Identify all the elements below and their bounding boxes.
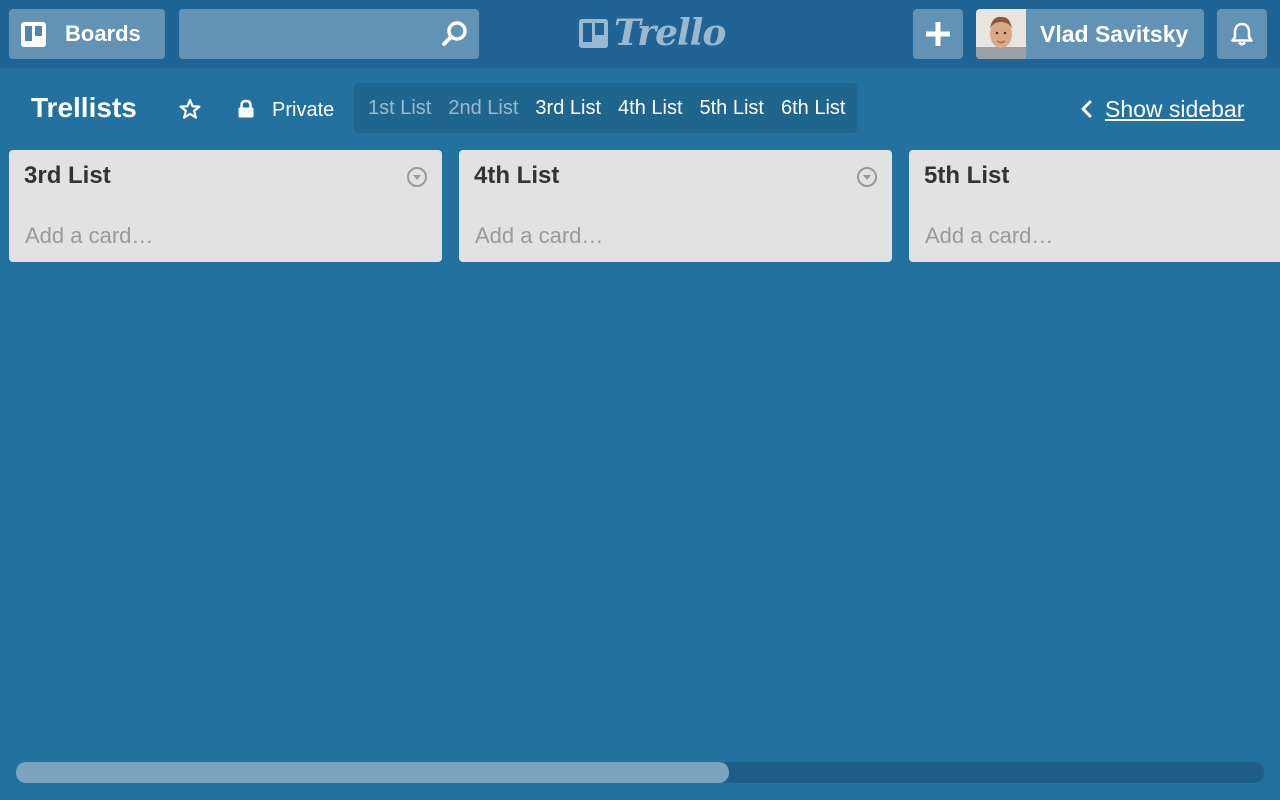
search-icon[interactable] xyxy=(441,20,469,48)
boards-button[interactable]: Boards xyxy=(9,9,165,59)
chevron-left-icon xyxy=(1081,100,1092,118)
list-navigator: 1st List 2nd List 3rd List 4th List 5th List… xyxy=(354,83,857,133)
boards-label: Boards xyxy=(65,21,141,46)
trello-logo[interactable]: Trello xyxy=(578,12,726,54)
list-nav-item[interactable]: 1st List xyxy=(368,96,431,120)
search-input[interactable] xyxy=(179,9,479,59)
star-icon[interactable] xyxy=(179,98,201,120)
list-column: 5th List Add a card… xyxy=(909,150,1280,262)
board-title[interactable]: Trellists xyxy=(31,91,137,125)
lock-icon xyxy=(238,99,254,118)
list-nav-item[interactable]: 4th List xyxy=(618,96,682,120)
list-title[interactable]: 5th List xyxy=(924,162,1009,190)
boards-icon xyxy=(21,21,46,47)
list-title[interactable]: 3rd List xyxy=(24,162,111,190)
header: Boards Trello Vlad Savitsky xyxy=(0,0,1280,68)
add-card-link[interactable]: Add a card… xyxy=(475,223,603,249)
notifications-button[interactable] xyxy=(1217,9,1267,59)
trello-logo-icon xyxy=(579,18,608,48)
list-nav-item[interactable]: 2nd List xyxy=(448,96,518,120)
show-sidebar-label: Show sidebar xyxy=(1105,96,1245,122)
list-column: 4th List Add a card… xyxy=(459,150,892,262)
privacy-button[interactable]: Private xyxy=(272,98,334,122)
logo-text: Trello xyxy=(614,12,726,54)
list-nav-item[interactable]: 6th List xyxy=(781,96,845,120)
add-card-link[interactable]: Add a card… xyxy=(25,223,153,249)
bell-icon xyxy=(1231,22,1253,46)
list-column: 3rd List Add a card… xyxy=(9,150,442,262)
list-menu-icon[interactable] xyxy=(406,166,428,188)
horizontal-scrollbar[interactable] xyxy=(16,762,1264,783)
scrollbar-thumb[interactable] xyxy=(16,762,729,783)
avatar xyxy=(976,9,1026,59)
list-title[interactable]: 4th List xyxy=(474,162,559,190)
user-name: Vlad Savitsky xyxy=(1040,20,1189,47)
list-nav-item[interactable]: 3rd List xyxy=(535,96,601,120)
add-button[interactable] xyxy=(913,9,963,59)
show-sidebar-link[interactable]: Show sidebar xyxy=(1080,96,1244,122)
list-menu-icon[interactable] xyxy=(856,166,878,188)
plus-icon xyxy=(926,22,950,46)
add-card-link[interactable]: Add a card… xyxy=(925,223,1053,249)
user-menu-button[interactable]: Vlad Savitsky xyxy=(976,9,1204,59)
list-nav-item[interactable]: 5th List xyxy=(700,96,764,120)
